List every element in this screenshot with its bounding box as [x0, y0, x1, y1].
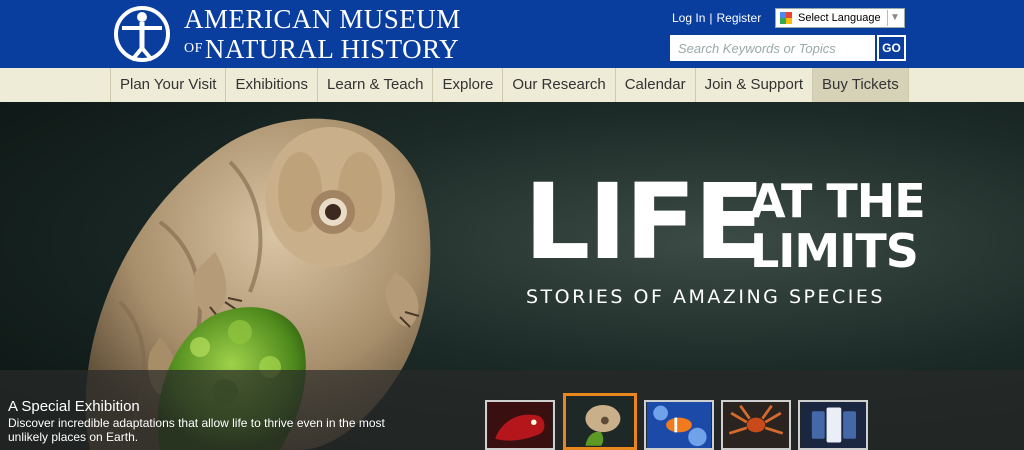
clownfish-thumbnail-icon [646, 402, 712, 448]
nav-explore[interactable]: Explore [432, 68, 502, 102]
red-creature-thumbnail-icon [487, 402, 553, 448]
tardigrade-thumbnail-icon [566, 397, 634, 446]
search-input[interactable] [670, 35, 875, 61]
register-link[interactable]: Register [717, 11, 762, 25]
museum-logo-icon[interactable] [112, 4, 172, 64]
nav-exhibitions[interactable]: Exhibitions [225, 68, 317, 102]
util-separator: | [709, 11, 713, 25]
slide-thumbnail-mobile-app[interactable] [798, 400, 868, 450]
language-select-label: Select Language [798, 12, 881, 24]
nav-calendar[interactable]: Calendar [614, 68, 695, 102]
logo-text-line2[interactable]: ofNatural History [184, 34, 459, 65]
login-link[interactable]: Log In [672, 11, 705, 25]
nav-plan-your-visit[interactable]: Plan Your Visit [110, 68, 225, 102]
hero-caption-title[interactable]: A Special Exhibition [8, 398, 140, 415]
dropdown-arrow-icon: ▼ [887, 10, 902, 26]
search-go-button[interactable]: GO [877, 35, 906, 61]
spider-thumbnail-icon [723, 402, 789, 448]
hero-caption-description: Discover incredible adaptations that all… [8, 416, 385, 444]
logo-text-line1[interactable]: American Museum [184, 4, 461, 35]
nav-learn-teach[interactable]: Learn & Teach [317, 68, 432, 102]
hero-title-limits: LIMITS [750, 224, 919, 278]
hero-title-life: LIFE [524, 161, 765, 283]
mobile-app-thumbnail-icon [800, 402, 866, 448]
main-nav-items: Plan Your Visit Exhibitions Learn & Teac… [110, 68, 909, 102]
slide-thumbnail-spider[interactable] [721, 400, 791, 450]
slide-thumbnail-tardigrade[interactable] [563, 393, 637, 450]
slide-thumbnail-red-creature[interactable] [485, 400, 555, 450]
logo-text-natural-history: Natural History [204, 34, 460, 64]
hero-subtitle: STORIES OF AMAZING SPECIES [526, 286, 885, 308]
nav-join-support[interactable]: Join & Support [694, 68, 812, 102]
main-nav: Plan Your Visit Exhibitions Learn & Teac… [0, 68, 1024, 102]
google-translate-icon [780, 12, 792, 24]
nav-our-research[interactable]: Our Research [502, 68, 614, 102]
nav-buy-tickets[interactable]: Buy Tickets [812, 68, 909, 102]
language-select[interactable]: Select Language ▼ [775, 8, 905, 28]
hero-title-at-the: AT THE [750, 174, 926, 228]
slide-thumbnail-clownfish[interactable] [644, 400, 714, 450]
logo-of: of [184, 41, 203, 56]
site-header: American Museum ofNatural History Log In… [0, 0, 1024, 68]
utility-links: Log In | Register [672, 11, 761, 25]
